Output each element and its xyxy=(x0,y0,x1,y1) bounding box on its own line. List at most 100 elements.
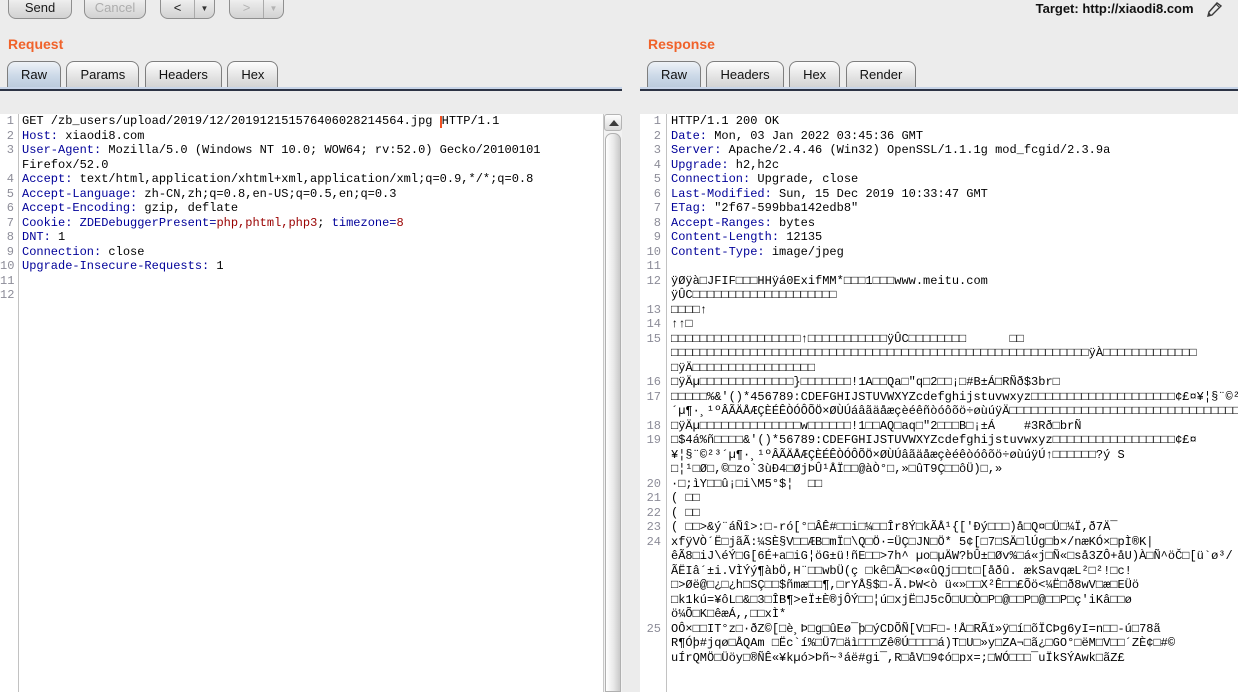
request-tab-raw[interactable]: Raw xyxy=(7,61,62,87)
line-number: 11 xyxy=(646,259,661,273)
code-text: □□□□□%&'()*456789:CDEFGHIJSTUVWXYZcdefgh… xyxy=(671,389,1238,419)
code-line: 9 Content-Length: 12135 xyxy=(640,230,1238,245)
code-line: 7 Cookie: ZDEDebuggerPresent=php,phtml,ph… xyxy=(0,216,603,231)
code-text: Accept-Ranges: bytes xyxy=(671,215,816,230)
request-title: Request xyxy=(8,36,64,52)
code-line: 25 OÔ×□□IT°z□·ðZ©[□è¸Þ□g□ûEø¯þ□ýCDÕÑ[V□F□… xyxy=(640,622,1238,666)
send-button[interactable]: Send xyxy=(8,0,72,19)
line-number: 2 xyxy=(6,128,14,143)
line-number: 1 xyxy=(6,114,14,128)
code-line: 24 xfÿVÒ´Ë□jãÃ:¼SÈ§V□□ÆB□mÏ□\Q□Ö·=ÜÇ□JN□Ö… xyxy=(640,535,1238,622)
line-number: 8 xyxy=(653,215,661,230)
next-request-button[interactable]: > xyxy=(230,0,264,18)
line-number: 10 xyxy=(0,259,15,273)
code-text: ( □□ xyxy=(671,505,700,520)
code-text: □$4á%ñ□□□□&'()*56789:CDEFGHIJSTUVWXYZcde… xyxy=(671,433,1197,476)
response-tab-raw[interactable]: Raw xyxy=(647,61,702,87)
line-number: 20 xyxy=(646,476,661,491)
code-line: 20 ·□;ìY□□û¡□i\M5°$¦ □□ xyxy=(640,477,1238,492)
code-text: □□□□↑ xyxy=(671,302,708,317)
line-number: 25 xyxy=(646,621,661,636)
code-line: 6 Last-Modified: Sun, 15 Dec 2019 10:33:4… xyxy=(640,187,1238,202)
code-line: 17 □□□□□%&'()*456789:CDEFGHIJSTUVWXYZcdef… xyxy=(640,390,1238,419)
code-line: 4 Accept: text/html,application/xhtml+xml… xyxy=(0,172,603,187)
cancel-button[interactable]: Cancel xyxy=(84,0,146,19)
code-line: 3 Server: Apache/2.4.46 (Win32) OpenSSL/1… xyxy=(640,143,1238,158)
request-panel: Request Raw Params Headers Hex 1 GET /zb_… xyxy=(0,28,622,692)
code-line: 6 Accept-Encoding: gzip, deflate xyxy=(0,201,603,216)
code-text: Date: Mon, 03 Jan 2022 03:45:36 GMT xyxy=(671,128,924,143)
line-number: 13 xyxy=(646,302,661,317)
request-tab-headers[interactable]: Headers xyxy=(144,61,222,87)
response-tab-hex[interactable]: Hex xyxy=(789,61,841,87)
line-number: 8 xyxy=(6,230,14,244)
code-line: 14 ↑↑□ xyxy=(640,317,1238,332)
code-line: 1 HTTP/1.1 200 OK xyxy=(640,114,1238,129)
line-number: 24 xyxy=(646,534,661,549)
response-editor[interactable]: 1 HTTP/1.1 200 OK 2 Date: Mon, 03 Jan 2022 … xyxy=(640,114,1238,692)
line-number: 16 xyxy=(646,375,661,389)
edit-target-icon[interactable] xyxy=(1204,0,1224,20)
scroll-thumb[interactable] xyxy=(605,133,621,692)
line-number: 22 xyxy=(646,505,661,520)
code-text: Upgrade-Insecure-Requests: 1 xyxy=(22,259,224,273)
response-tabs: Raw Headers Hex Render xyxy=(640,61,1238,91)
prev-request-button[interactable]: < xyxy=(161,0,195,18)
response-tab-render[interactable]: Render xyxy=(845,61,917,87)
code-text: ( □□>&ý¨áÑî>:□-ró[°□ÂÊ#□□i□¼□□Îr8Ý□kÃÅ¹{… xyxy=(671,520,1118,534)
code-line: 11 xyxy=(0,274,603,289)
line-number: 12 xyxy=(646,273,661,288)
response-tab-headers[interactable]: Headers xyxy=(706,61,784,87)
code-text: Connection: Upgrade, close xyxy=(671,172,859,186)
response-panel: Response Raw Headers Hex Render 1 HTTP/1.… xyxy=(640,28,1238,692)
code-line: 12 ÿØÿà□JFIF□□□HHÿá0ExifMM*□□□1□□□www.mei… xyxy=(640,274,1238,303)
code-text: Accept-Encoding: gzip, deflate xyxy=(22,201,239,215)
code-text: ( □□ xyxy=(671,491,700,505)
code-line: 16 □ÿÄµ□□□□□□□□□□□□□}□□□□□□□!1A□□Qa□"q□2□… xyxy=(640,375,1238,390)
line-number: 17 xyxy=(646,389,661,404)
help-icon[interactable] xyxy=(1224,0,1238,28)
request-tabs: Raw Params Headers Hex xyxy=(0,61,622,91)
request-scrollbar[interactable] xyxy=(603,114,622,692)
line-number: 9 xyxy=(6,244,14,259)
next-dropdown-button[interactable]: ▼ xyxy=(264,0,283,18)
target-label: Target: http://xiaodi8.com xyxy=(1035,1,1194,16)
prev-dropdown-button[interactable]: ▼ xyxy=(195,0,214,18)
code-line: 10 Content-Type: image/jpeg xyxy=(640,245,1238,260)
line-number: 7 xyxy=(653,201,661,215)
code-line: 23 ( □□>&ý¨áÑî>:□-ró[°□ÂÊ#□□i□¼□□Îr8Ý□kÃÅ… xyxy=(640,520,1238,535)
scroll-up-button[interactable] xyxy=(604,114,622,131)
code-text: ·□;ìY□□û¡□i\M5°$¦ □□ xyxy=(671,476,823,491)
request-tab-params[interactable]: Params xyxy=(66,61,140,87)
gutter-divider xyxy=(666,114,667,692)
code-text: □ÿÄµ□□□□□□□□□□□□□}□□□□□□□!1A□□Qa□"q□2□□¡… xyxy=(671,375,1060,389)
code-text: xfÿVÒ´Ë□jãÃ:¼SÈ§V□□ÆB□mÏ□\Q□Ö·=ÜÇ□JN□Ö* … xyxy=(671,534,1233,622)
line-number: 5 xyxy=(653,172,661,186)
response-title: Response xyxy=(648,36,715,52)
code-text: Content-Type: image/jpeg xyxy=(671,244,844,259)
code-line: 12 xyxy=(0,288,603,303)
repeater-toolbar: Send Cancel < ▼ > ▼ Target: http://xiaod… xyxy=(0,0,1238,28)
code-text: ↑↑□ xyxy=(671,317,693,331)
line-number: 15 xyxy=(646,331,661,346)
code-line: 18 □ÿÄµ□□□□□□□□□□□□□□w□□□□□□!1□□AQ□aq□"2□… xyxy=(640,419,1238,434)
gutter-divider xyxy=(18,114,19,692)
code-text: OÔ×□□IT°z□·ðZ©[□è¸Þ□g□ûEø¯þ□ýCDÕÑ[V□F□-!… xyxy=(671,621,1183,665)
code-line: 22 ( □□ xyxy=(640,506,1238,521)
line-number: 9 xyxy=(653,230,661,244)
code-text: □□□□□□□□□□□□□□□□□□↑□□□□□□□□□□□ÿÛC□□□□□□□… xyxy=(671,331,1204,375)
request-editor[interactable]: 1 GET /zb_users/upload/2019/12/2019121515… xyxy=(0,114,603,692)
target-bar: Target: http://xiaodi8.com xyxy=(1036,0,1224,24)
code-line: 3 User-Agent: Mozilla/5.0 (Windows NT 10.… xyxy=(0,143,603,172)
code-text: Accept-Language: zh-CN,zh;q=0.8,en-US;q=… xyxy=(22,186,397,201)
line-number: 7 xyxy=(6,215,14,230)
code-text: GET /zb_users/upload/2019/12/20191215157… xyxy=(22,114,500,128)
request-tab-hex[interactable]: Hex xyxy=(227,61,279,87)
line-number: 4 xyxy=(653,157,661,172)
line-number: 5 xyxy=(6,186,14,201)
code-line: 4 Upgrade: h2,h2c xyxy=(640,158,1238,173)
code-line: 21 ( □□ xyxy=(640,491,1238,506)
code-line: 10 Upgrade-Insecure-Requests: 1 xyxy=(0,259,603,274)
